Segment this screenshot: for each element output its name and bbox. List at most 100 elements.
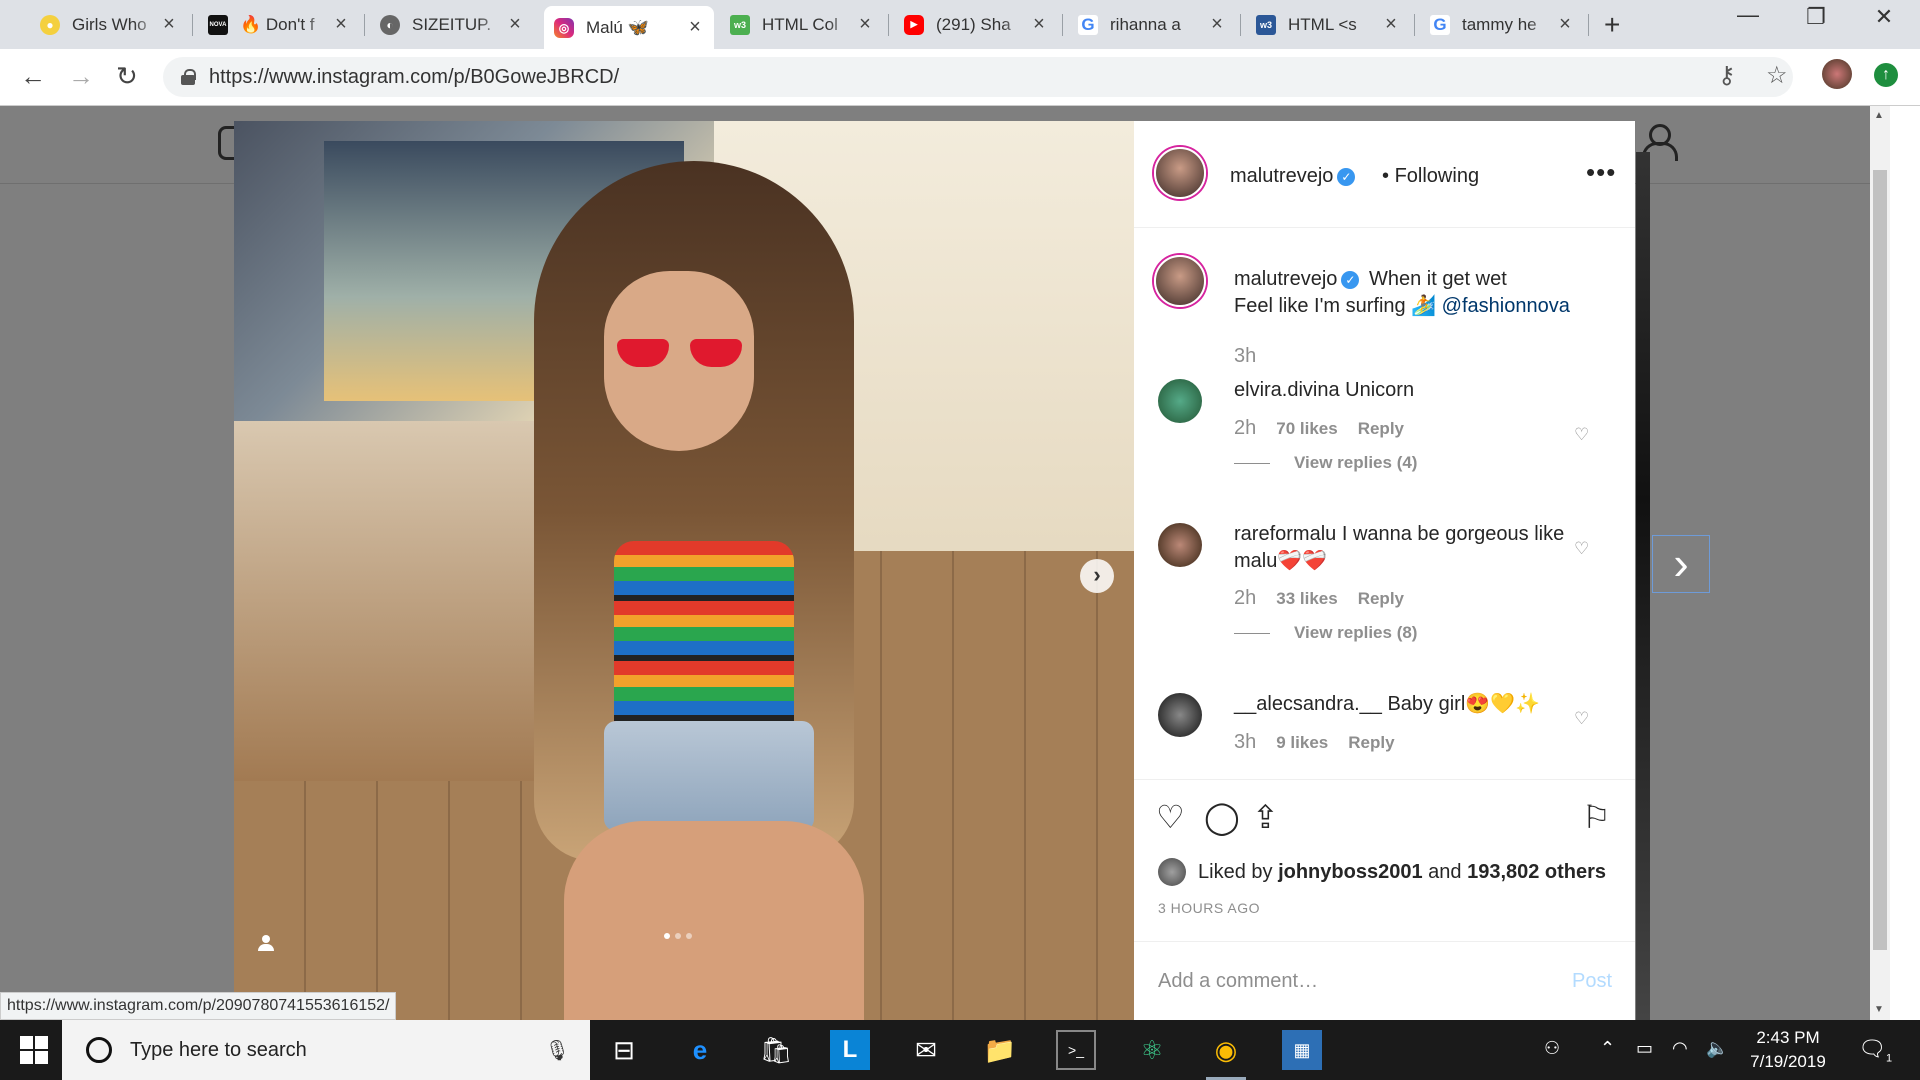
system-clock[interactable]: 2:43 PM 7/19/2019 xyxy=(1746,1026,1830,1074)
taskbar-search-box[interactable]: Type here to search 🎙 xyxy=(62,1020,590,1080)
commenter-avatar[interactable] xyxy=(1158,693,1202,737)
post-comment-button[interactable]: Post xyxy=(1572,970,1612,993)
key-icon[interactable]: ⚷ xyxy=(1718,61,1736,90)
author-avatar[interactable] xyxy=(1154,147,1206,199)
commenter-avatar[interactable] xyxy=(1158,379,1202,423)
url-text[interactable]: https://www.instagram.com/p/B0GoweJBRCD/ xyxy=(209,66,619,89)
forward-arrow-icon[interactable]: → xyxy=(68,61,94,92)
liked-by-and: and xyxy=(1428,860,1462,883)
page-scrollbar[interactable]: ▲ ▼ xyxy=(1870,106,1890,1020)
people-icon[interactable]: ⚇ xyxy=(1544,1038,1560,1059)
comment-username[interactable]: elvira.divina xyxy=(1234,379,1340,401)
tab-youtube[interactable]: ▶ (291) Sha × xyxy=(894,6,1058,43)
likes-count[interactable]: 193,802 others xyxy=(1467,861,1606,884)
comment-username[interactable]: __alecsandra.__ xyxy=(1234,693,1382,715)
close-icon[interactable]: × xyxy=(1382,13,1400,36)
tab-girls-who[interactable]: ● Girls Who × xyxy=(30,6,188,43)
comment-likes[interactable]: 9 likes xyxy=(1276,733,1328,753)
close-icon[interactable]: × xyxy=(332,13,350,36)
store-icon[interactable]: 🛍 xyxy=(756,1030,796,1070)
comment-likes[interactable]: 33 likes xyxy=(1276,589,1337,609)
caption-avatar[interactable] xyxy=(1154,255,1206,307)
scroll-up-arrow-icon[interactable]: ▲ xyxy=(1874,110,1884,121)
scroll-down-arrow-icon[interactable]: ▼ xyxy=(1874,1004,1884,1015)
view-replies-button[interactable]: View replies (4) xyxy=(1234,453,1417,473)
reload-icon[interactable]: ↻ xyxy=(116,61,138,92)
task-view-icon[interactable]: ⊟ xyxy=(604,1030,644,1070)
comment-like-heart-icon[interactable]: ♡ xyxy=(1574,539,1592,558)
comment-reply-button[interactable]: Reply xyxy=(1358,589,1404,609)
user-tag-icon[interactable] xyxy=(258,935,274,951)
tray-expand-icon[interactable]: ⌃ xyxy=(1600,1038,1615,1059)
wifi-icon[interactable]: ◠ xyxy=(1672,1038,1688,1059)
maximize-icon[interactable]: ❐ xyxy=(1796,4,1836,30)
liker-avatar[interactable] xyxy=(1158,858,1186,886)
caption-username[interactable]: malutrevejo ✓ xyxy=(1234,268,1363,290)
windows-start-icon[interactable] xyxy=(20,1036,48,1064)
add-comment-bar: Add a comment… Post xyxy=(1134,941,1635,1020)
microphone-icon[interactable]: 🎙 xyxy=(545,1038,570,1063)
close-icon[interactable]: × xyxy=(1208,13,1226,36)
file-explorer-icon[interactable]: 📁 xyxy=(980,1030,1020,1070)
caption-line-1: When it get wet xyxy=(1368,268,1507,290)
tab-fashion-nova[interactable]: NOVA 🔥 Don't f × xyxy=(198,6,360,43)
comment-time: 2h xyxy=(1234,417,1257,439)
new-tab-button[interactable]: + xyxy=(1604,9,1620,41)
atom-icon[interactable]: ⚛ xyxy=(1132,1030,1172,1070)
commenter-avatar[interactable] xyxy=(1158,523,1202,567)
like-heart-icon[interactable]: ♡ xyxy=(1156,798,1185,836)
bookmark-icon[interactable]: ⚐ xyxy=(1582,798,1611,836)
tab-google-rihanna[interactable]: G rihanna a × xyxy=(1068,6,1236,43)
chrome-icon[interactable]: ◉ xyxy=(1206,1030,1246,1080)
tab-html-colors[interactable]: w3 HTML Col × xyxy=(720,6,884,43)
tab-title: (291) Sha xyxy=(936,14,1011,34)
close-icon[interactable]: × xyxy=(160,13,178,36)
close-icon[interactable]: × xyxy=(856,13,874,36)
liker-username[interactable]: johnyboss2001 xyxy=(1278,861,1423,884)
battery-icon[interactable]: ▭ xyxy=(1636,1038,1653,1059)
tab-sizeitup[interactable]: ◐ SIZEITUP. × xyxy=(370,6,534,43)
terminal-icon[interactable]: >_ xyxy=(1056,1030,1096,1070)
close-icon[interactable]: × xyxy=(1556,13,1574,36)
comment-reply-button[interactable]: Reply xyxy=(1358,419,1404,439)
back-arrow-icon[interactable]: ← xyxy=(20,61,46,92)
window-close-icon[interactable]: ✕ xyxy=(1864,4,1904,30)
more-options-icon[interactable]: ••• xyxy=(1586,157,1616,188)
author-username[interactable]: malutrevejo ✓ xyxy=(1230,165,1359,188)
l-app-icon[interactable]: L xyxy=(830,1030,870,1070)
next-post-arrow-icon[interactable]: › xyxy=(1652,535,1710,593)
close-icon[interactable]: × xyxy=(1030,13,1048,36)
address-bar[interactable]: https://www.instagram.com/p/B0GoweJBRCD/ xyxy=(163,57,1793,97)
carousel-next-button[interactable]: › xyxy=(1080,559,1114,593)
post-photo[interactable]: › xyxy=(234,121,1134,1020)
volume-icon[interactable]: 🔈 xyxy=(1706,1038,1728,1059)
comment: elvira.divina Unicorn xyxy=(1234,377,1594,404)
edge-icon[interactable]: e xyxy=(680,1030,720,1070)
profile-avatar[interactable] xyxy=(1822,59,1852,89)
comment: rareformalu I wanna be gorgeous like mal… xyxy=(1234,521,1594,575)
comment-like-heart-icon[interactable]: ♡ xyxy=(1574,709,1592,728)
view-replies-button[interactable]: View replies (8) xyxy=(1234,623,1417,643)
comment-bubble-icon[interactable]: ◯ xyxy=(1204,798,1240,836)
comment-likes[interactable]: 70 likes xyxy=(1276,419,1337,439)
tab-instagram-malu[interactable]: ◎ Malú 🦋 × xyxy=(544,6,714,49)
following-status[interactable]: • Following xyxy=(1382,165,1479,188)
scrollbar-thumb[interactable] xyxy=(1873,170,1887,950)
comment-like-heart-icon[interactable]: ♡ xyxy=(1574,425,1592,444)
share-icon[interactable]: ⇪ xyxy=(1252,798,1279,836)
comment-input[interactable]: Add a comment… xyxy=(1158,970,1318,993)
comment-username[interactable]: rareformalu xyxy=(1234,523,1336,545)
action-center-icon[interactable]: 🗨1 xyxy=(1858,1036,1892,1064)
update-icon[interactable]: ↑ xyxy=(1874,63,1898,87)
star-icon[interactable]: ☆ xyxy=(1766,61,1788,90)
mail-icon[interactable]: ✉ xyxy=(906,1030,946,1070)
close-icon[interactable]: × xyxy=(686,16,704,39)
image-app-icon[interactable]: ▦ xyxy=(1282,1030,1322,1070)
tab-w3schools-html[interactable]: w3 HTML <s × xyxy=(1246,6,1410,43)
close-icon[interactable]: × xyxy=(506,13,524,36)
notification-count: 1 xyxy=(1885,1052,1893,1065)
caption-mention-link[interactable]: @fashionnova xyxy=(1442,295,1570,317)
minimize-icon[interactable]: — xyxy=(1728,2,1768,28)
tab-google-tammy[interactable]: G tammy he × xyxy=(1420,6,1584,43)
comment-reply-button[interactable]: Reply xyxy=(1348,733,1394,753)
